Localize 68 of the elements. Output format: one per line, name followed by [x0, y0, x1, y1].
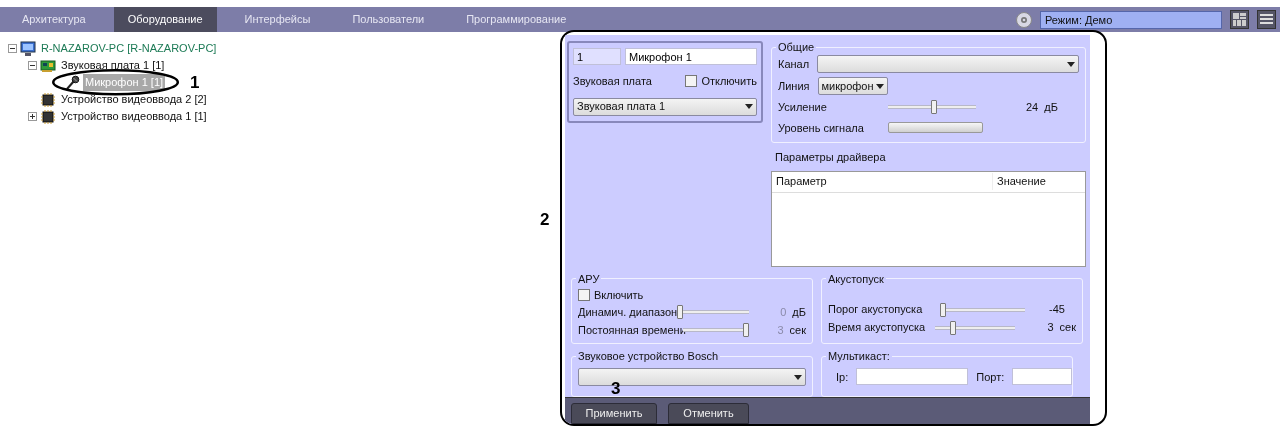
mode-field[interactable]: Режим: Демо: [1040, 10, 1222, 29]
callout-number: 1: [190, 74, 200, 91]
port-field[interactable]: [1012, 368, 1073, 386]
ip-field[interactable]: [856, 368, 969, 386]
circuit-board-icon: [40, 57, 56, 74]
callout-number: 3: [611, 380, 621, 398]
field-label: Ip:: [836, 369, 849, 385]
grid-icon: [1233, 13, 1246, 26]
field-label: Уровень сигнала: [778, 120, 865, 136]
nav-tab[interactable]: Оборудование: [113, 7, 217, 32]
field-label: Динамич. диапазон: [578, 304, 678, 320]
checkbox-label: Включить: [594, 287, 644, 303]
checkbox[interactable]: [578, 288, 590, 301]
callout-number: 2: [540, 210, 550, 228]
dropdown-arrow-icon: [875, 83, 884, 89]
chip-icon: [40, 91, 56, 108]
field-label: Время акустопуска: [828, 320, 927, 336]
slider-thumb[interactable]: [931, 100, 938, 115]
name-field[interactable]: Микрофон 1: [625, 48, 757, 65]
group-title: Звуковое устройство Bosch: [577, 350, 720, 363]
column-header[interactable]: Значение: [992, 173, 1062, 190]
slider-thumb[interactable]: [940, 302, 946, 317]
microphone-icon: [64, 74, 80, 91]
monitor-icon: [20, 40, 36, 57]
column-header[interactable]: Параметр: [772, 173, 992, 190]
field-label: Усиление: [778, 100, 828, 116]
unit-text: сек: [789, 322, 806, 338]
menu-icon: [1260, 13, 1273, 26]
cancel-button[interactable]: Отменить: [668, 403, 749, 424]
section-title: Параметры драйвера: [775, 150, 887, 166]
checkbox[interactable]: [685, 75, 698, 88]
apply-button[interactable]: Применить: [571, 403, 657, 424]
channel-select[interactable]: [817, 55, 1079, 74]
value-text: -45: [1048, 302, 1065, 318]
sound-card-select[interactable]: Звуковая плата 1: [573, 97, 757, 116]
field-label: Порт:: [976, 369, 1005, 385]
value-text: 3: [776, 322, 784, 338]
dropdown-arrow-icon: [745, 104, 753, 109]
dropdown-arrow-icon: [794, 374, 802, 380]
tree-item[interactable]: Устройство видеоввода 1 [1]: [59, 108, 209, 125]
collapse-icon[interactable]: [8, 44, 17, 53]
group-title: АРУ: [577, 272, 601, 285]
line-select[interactable]: микрофон: [817, 77, 888, 96]
slider-thumb[interactable]: [949, 320, 956, 335]
value-text: 24 дБ: [1026, 100, 1058, 116]
id-field[interactable]: 1: [573, 48, 621, 65]
collapse-icon[interactable]: [28, 61, 37, 70]
unit-text: сек: [1059, 320, 1076, 336]
tree-item[interactable]: Звуковая плата 1 [1]: [59, 57, 167, 74]
group-title: Общие: [777, 41, 816, 54]
field-label: Линия: [778, 78, 810, 94]
field-label: Канал: [778, 56, 810, 72]
layout-button[interactable]: [1230, 10, 1249, 29]
tree-item[interactable]: R-NAZAROV-PC [R-NAZAROV-PC]: [39, 40, 219, 57]
gear-icon: [1016, 11, 1032, 28]
value-text: 0: [779, 304, 787, 320]
group-title: Акустопуск: [827, 272, 885, 285]
checkbox-label: Отключить: [701, 74, 757, 89]
menu-button[interactable]: [1257, 10, 1276, 29]
dropdown-arrow-icon: [1067, 61, 1075, 67]
unit-text: дБ: [792, 304, 806, 320]
chip-icon: [40, 108, 56, 125]
field-label: Порог акустопуска: [828, 302, 924, 318]
value-text: 3: [1046, 320, 1054, 336]
group-title: Мультикаст:: [827, 350, 891, 363]
field-label: Звуковая плата: [573, 74, 652, 89]
expand-icon[interactable]: [28, 112, 37, 121]
tree-item[interactable]: Устройство видеоввода 2 [2]: [59, 91, 209, 108]
